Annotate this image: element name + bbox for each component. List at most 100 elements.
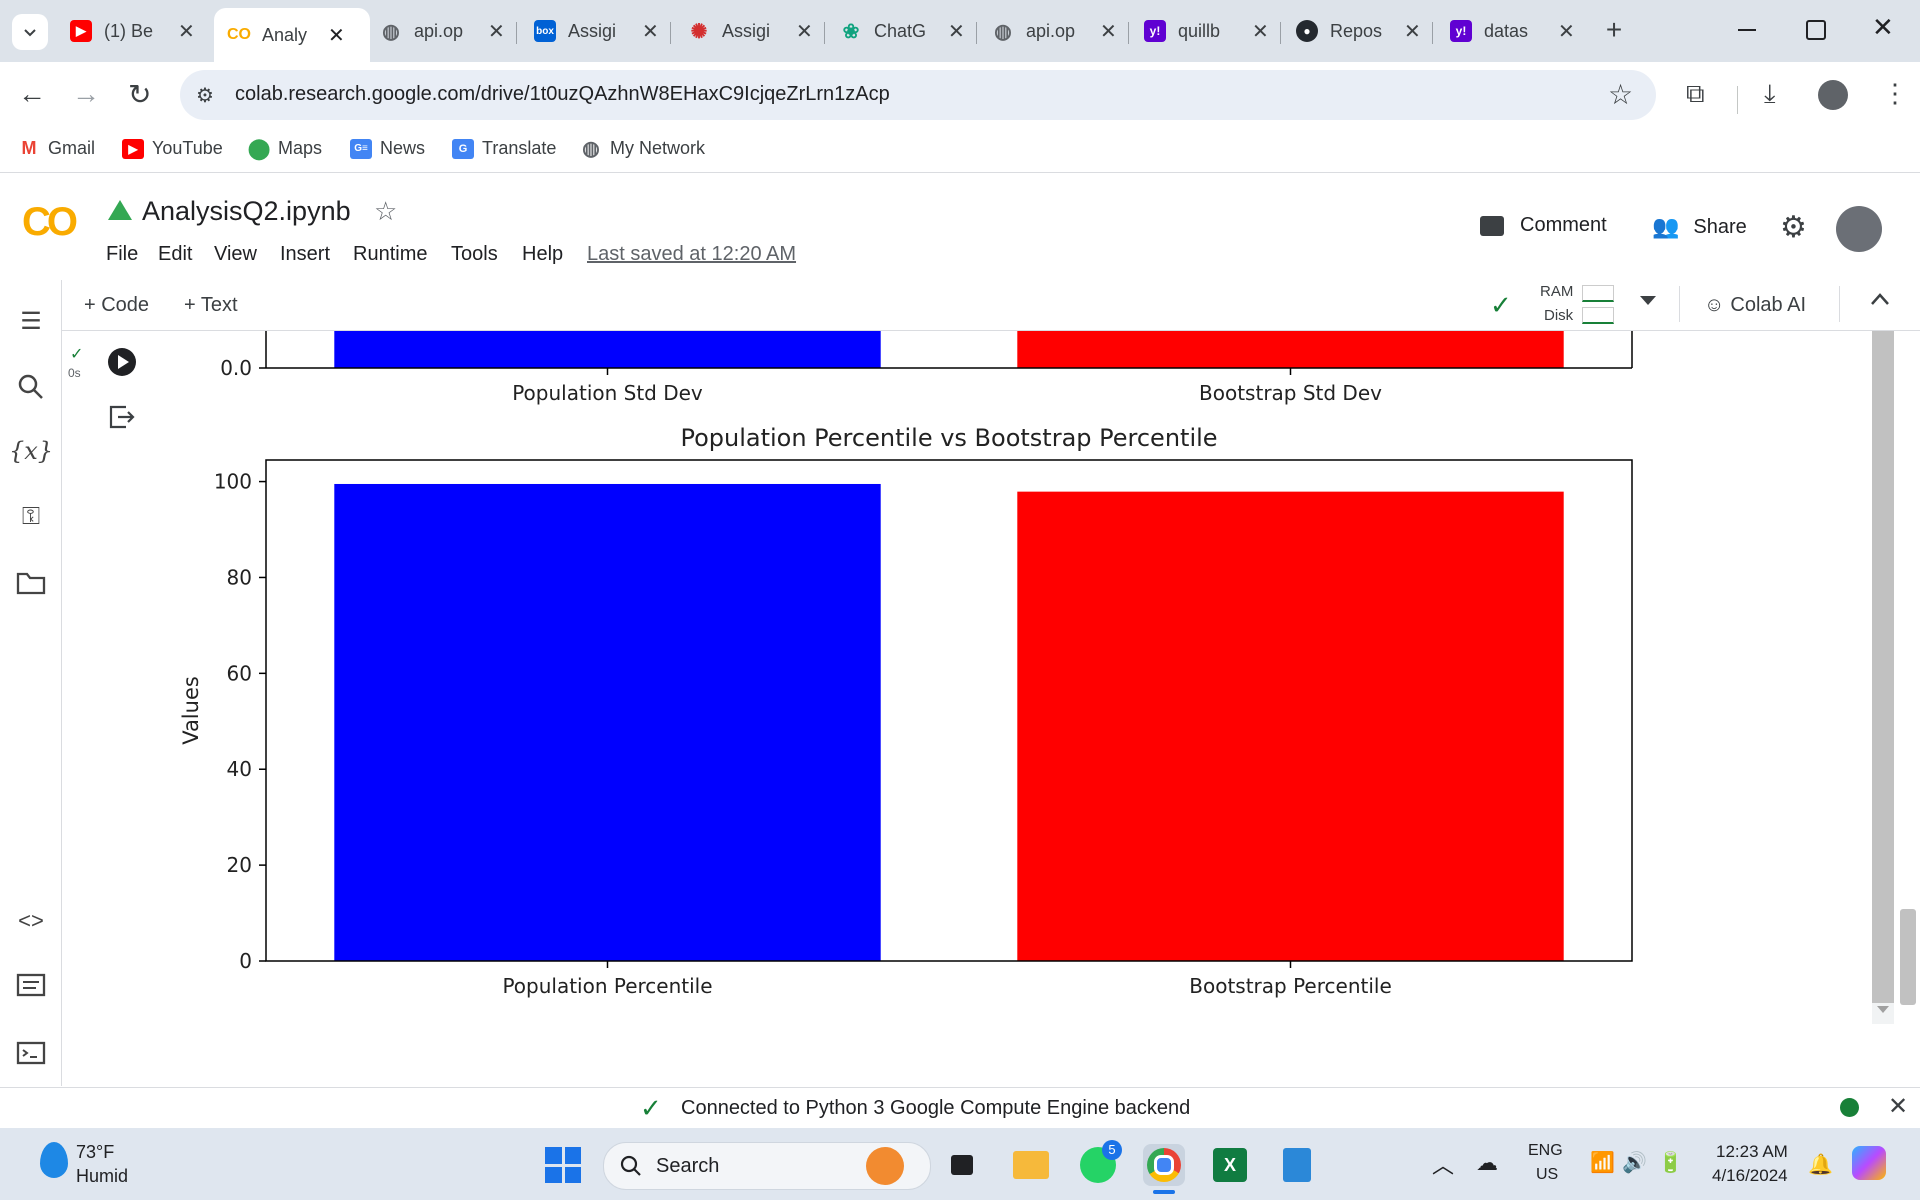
code-snippets-icon[interactable]: <> [10,900,52,942]
clock-date[interactable]: 4/16/2024 [1712,1166,1788,1186]
output-actions-icon[interactable] [108,404,136,435]
tab-search-button[interactable] [12,14,48,50]
excel-icon[interactable]: X [1209,1144,1251,1186]
bookmark-gmail[interactable]: M Gmail [18,138,96,159]
menu-edit[interactable]: Edit [158,243,192,266]
tab-3[interactable]: box Assigi ✕ [534,10,659,52]
task-view-icon[interactable] [941,1144,983,1186]
run-cell-button[interactable] [108,348,136,376]
tab-7[interactable]: y! quillb ✕ [1144,10,1269,52]
profile-avatar[interactable] [1818,80,1848,110]
wifi-icon[interactable]: 📶 [1590,1150,1615,1175]
taskbar-search-placeholder: Search [656,1155,720,1177]
bookmark-my-network[interactable]: ◍ My Network [580,138,706,160]
terminal-icon[interactable] [10,1032,52,1074]
bookmark-news[interactable]: G≡ News [350,138,425,159]
table-of-contents-icon[interactable]: ☰ [10,300,52,342]
close-tab-icon[interactable]: ✕ [1558,19,1575,44]
tab-5[interactable]: ❀ ChatG ✕ [840,10,965,52]
bookmark-star-icon[interactable]: ☆ [1608,78,1633,111]
close-tab-icon[interactable]: ✕ [642,19,659,44]
output-scrollbar-thumb[interactable] [1872,331,1894,1003]
bookmark-maps[interactable]: ⬤ Maps [248,138,322,160]
menu-runtime[interactable]: Runtime [353,243,427,266]
files-folder-icon[interactable] [10,562,52,604]
notifications-bell-icon[interactable]: 🔔 [1808,1152,1833,1177]
tab-2[interactable]: ◍ api.op ✕ [380,10,505,52]
language-top[interactable]: ENG [1528,1142,1563,1160]
file-explorer-icon[interactable] [1010,1144,1052,1186]
close-tab-icon[interactable]: ✕ [1252,19,1269,44]
page-scrollbar-thumb[interactable] [1900,909,1916,1005]
chrome-icon[interactable] [1143,1144,1185,1186]
close-tab-icon[interactable]: ✕ [1404,19,1421,44]
close-tab-icon[interactable]: ✕ [178,19,195,44]
tray-overflow-icon[interactable]: ︿ [1432,1148,1454,1180]
browser-menu-icon[interactable]: ⋮ [1882,78,1908,109]
menu-tools[interactable]: Tools [451,243,498,266]
close-status-icon[interactable]: ✕ [1888,1092,1908,1121]
tab-4[interactable]: ✺ Assigi ✕ [688,10,813,52]
resource-monitor[interactable]: RAM Disk [1540,283,1614,327]
extensions-icon[interactable]: ⧉ [1686,78,1705,110]
notebook-title[interactable]: AnalysisQ2.ipynb [142,196,351,227]
url-text[interactable]: colab.research.google.com/drive/1t0uzQAz… [235,83,890,106]
share-button[interactable]: 👥 Share [1652,214,1747,240]
weather-desc[interactable]: Humid [76,1166,128,1187]
volume-icon[interactable]: 🔊 [1622,1150,1647,1175]
add-code-button[interactable]: + Code [84,294,149,317]
taskbar-search-box[interactable]: Search [603,1142,931,1190]
language-bottom[interactable]: US [1536,1166,1558,1184]
search-icon[interactable] [10,366,52,408]
close-tab-icon[interactable]: ✕ [948,19,965,44]
scroll-down-arrow-icon[interactable] [1877,1006,1889,1013]
collapse-header-icon[interactable] [1870,292,1890,311]
download-icon[interactable]: ⤓ [1764,78,1776,110]
tab-8[interactable]: ● Repos ✕ [1296,10,1421,52]
clock-time[interactable]: 12:23 AM [1716,1142,1788,1162]
bar-1 [1017,491,1564,961]
weather-temp[interactable]: 73°F [76,1142,114,1163]
bookmark-label: My Network [610,138,706,158]
close-window-button[interactable]: ✕ [1872,12,1894,43]
tab-1-active[interactable]: CO Analy ✕ [214,8,370,62]
colab-ai-button[interactable]: ☺ Colab AI [1704,294,1806,317]
add-text-button[interactable]: + Text [184,294,238,317]
tab-0[interactable]: ▶ (1) Be ✕ [70,10,195,52]
secrets-key-icon[interactable]: ⚿ [10,496,52,538]
onedrive-error-icon[interactable]: ☁ [1476,1150,1498,1176]
runtime-dropdown-icon[interactable] [1640,296,1656,305]
menu-view[interactable]: View [214,243,257,266]
user-avatar[interactable] [1836,206,1882,252]
menu-file[interactable]: File [106,243,138,266]
new-tab-button[interactable]: + [1598,14,1630,46]
colab-logo[interactable]: CO [22,200,78,245]
forward-button[interactable]: → [72,78,100,110]
menu-insert[interactable]: Insert [280,243,330,266]
battery-icon[interactable]: 🔋 [1658,1150,1683,1175]
copilot-icon[interactable] [1852,1146,1886,1180]
close-tab-icon[interactable]: ✕ [1100,19,1117,44]
close-tab-icon[interactable]: ✕ [328,23,345,48]
command-palette-icon[interactable] [10,964,52,1006]
close-tab-icon[interactable]: ✕ [796,19,813,44]
tab-6[interactable]: ◍ api.op ✕ [992,10,1117,52]
variables-icon[interactable]: {x} [9,430,53,472]
last-saved-link[interactable]: Last saved at 12:20 AM [587,243,796,266]
notepad-icon[interactable] [1276,1144,1318,1186]
back-button[interactable]: ← [18,78,46,110]
menu-help[interactable]: Help [522,243,563,266]
bookmark-youtube[interactable]: ▶ YouTube [122,138,223,159]
minimize-button[interactable] [1738,16,1760,46]
bookmark-translate[interactable]: G Translate [452,138,556,159]
restore-button[interactable] [1806,20,1826,40]
settings-gear-icon[interactable]: ⚙ [1780,210,1807,245]
close-tab-icon[interactable]: ✕ [488,19,505,44]
star-icon[interactable]: ☆ [374,196,397,227]
tab-9[interactable]: y! datas ✕ [1450,10,1575,52]
start-button[interactable] [545,1147,581,1183]
weather-icon[interactable] [40,1142,68,1178]
reload-button[interactable]: ↻ [128,78,151,111]
site-info-icon[interactable]: ⚙ [196,83,214,108]
comment-button[interactable]: Comment [1480,214,1607,237]
